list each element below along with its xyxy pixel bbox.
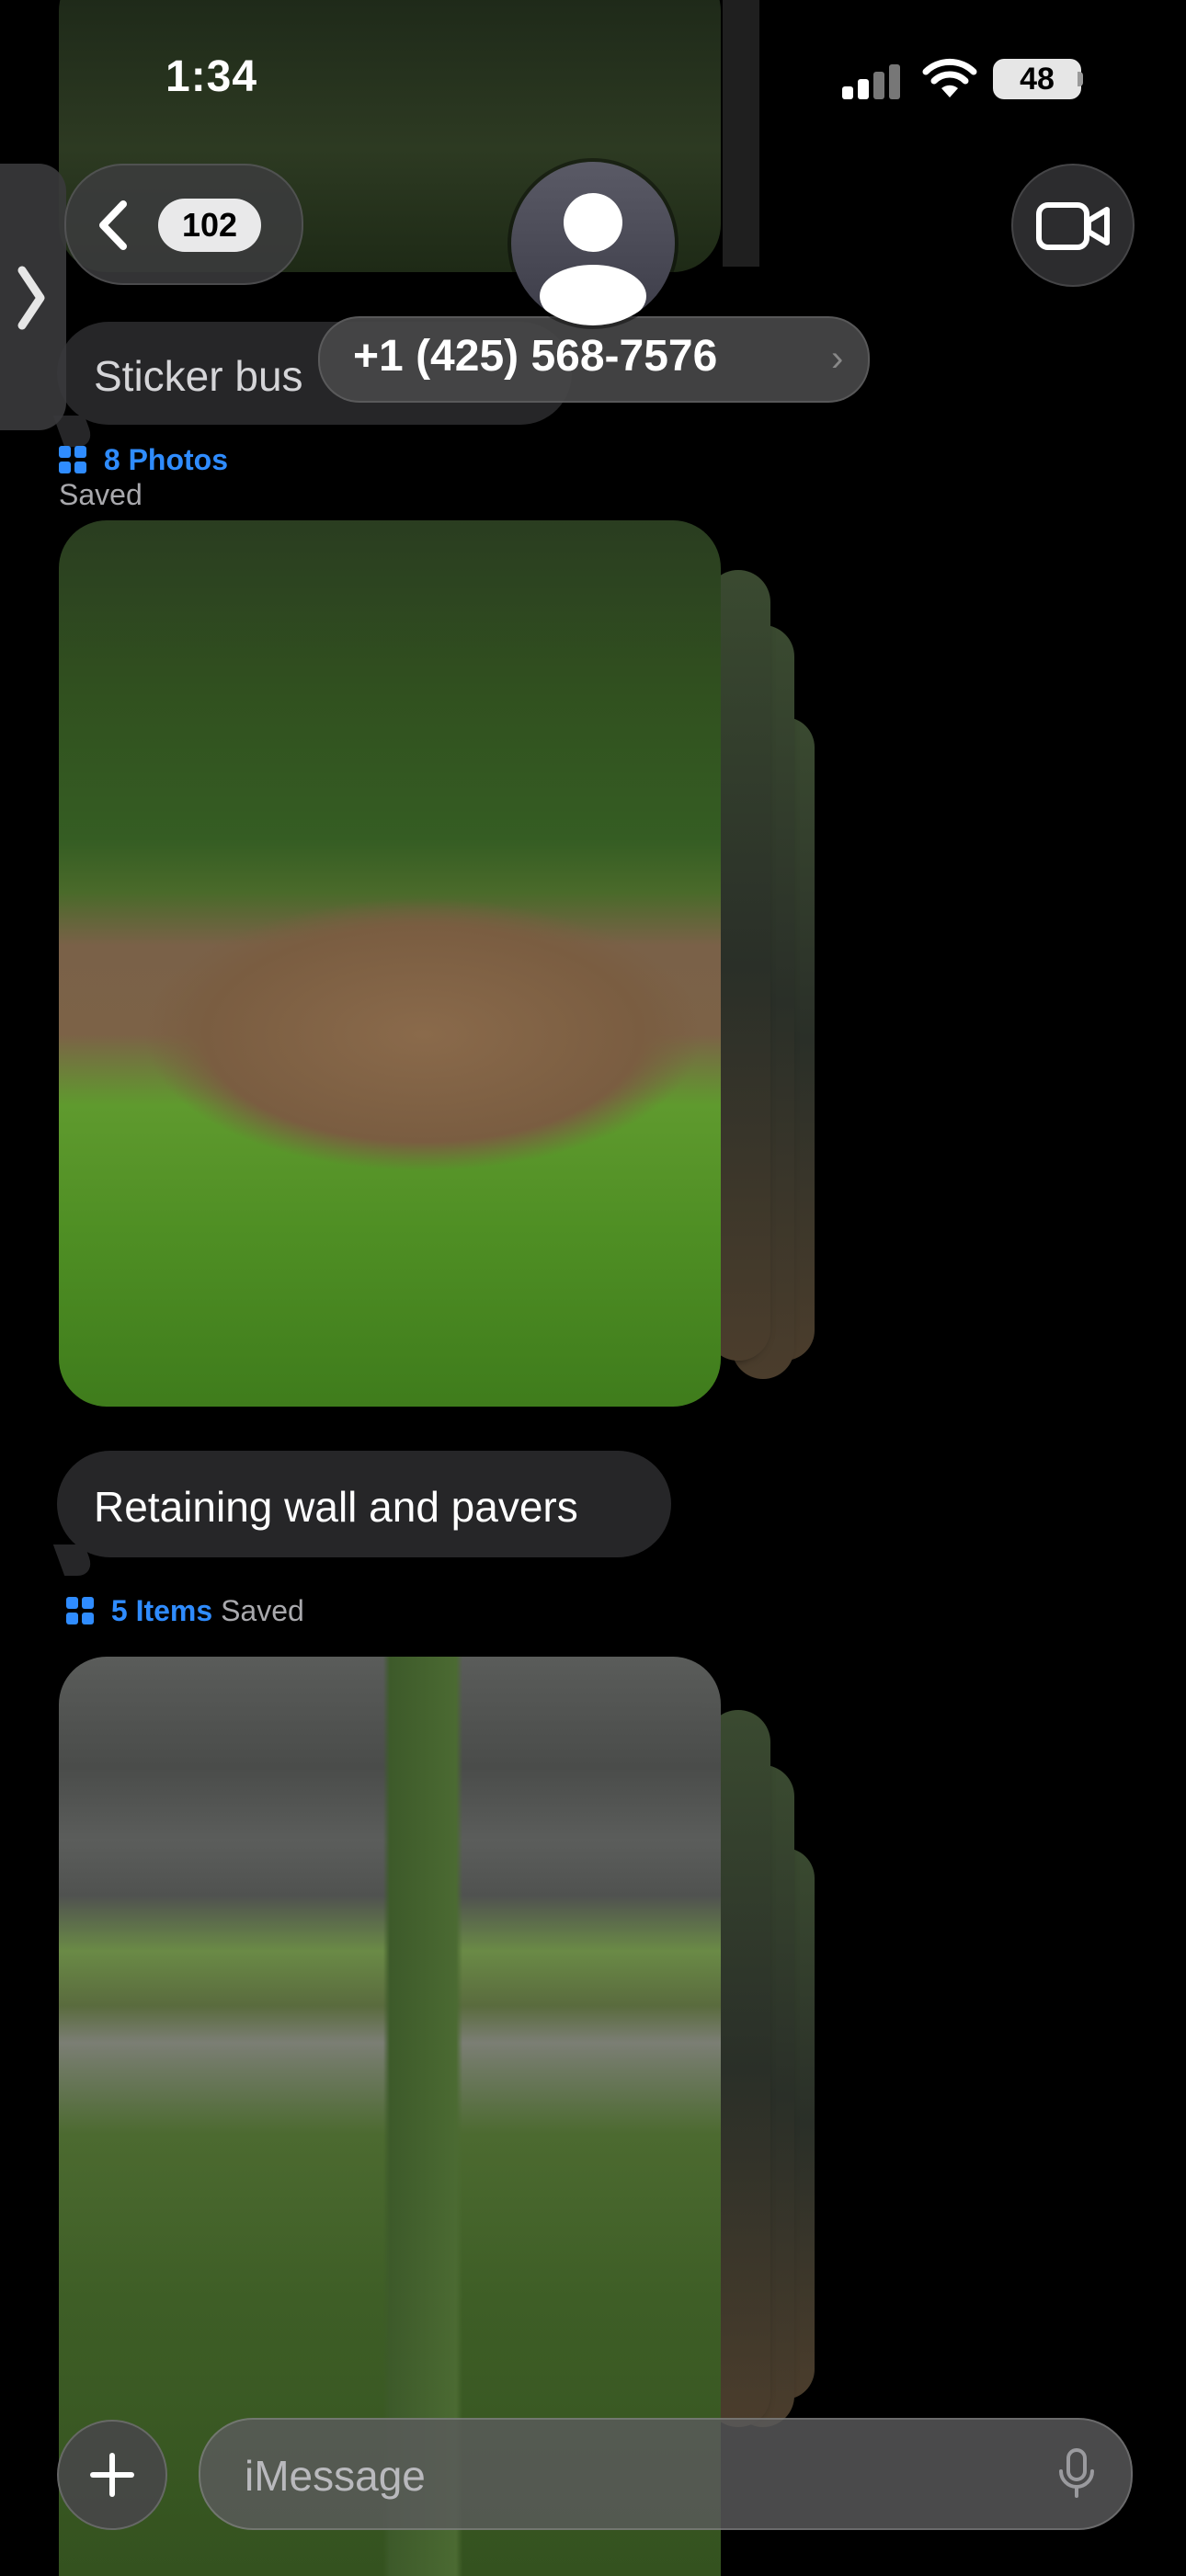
items-count-link[interactable]: 5 Items [111, 1594, 221, 1627]
side-expand-tab[interactable] [0, 164, 66, 430]
unread-count-badge: 102 [158, 199, 261, 252]
message-text: Retaining wall and pavers [94, 1483, 578, 1531]
contact-name-button[interactable]: +1 (425) 568-7576 › [318, 316, 870, 403]
saved-status-label: Saved [221, 1594, 304, 1627]
saved-items-row[interactable]: 5 Items Saved [66, 1594, 304, 1628]
photo-dirt-mound[interactable] [59, 520, 721, 1407]
battery-indicator: 48 [993, 59, 1081, 99]
chevron-right-icon: › [831, 338, 844, 379]
battery-tip [1078, 72, 1083, 86]
chevron-left-icon [99, 200, 127, 250]
photos-count-link[interactable]: 8 Photos [104, 443, 228, 476]
message-placeholder: iMessage [245, 2452, 426, 2500]
person-icon [540, 193, 646, 325]
microphone-icon[interactable] [1055, 2447, 1098, 2501]
photo-grid-icon [59, 446, 86, 473]
message-bubble[interactable]: Retaining wall and pavers [57, 1451, 671, 1557]
video-camera-icon [1036, 202, 1110, 250]
status-time: 1:34 [165, 52, 258, 101]
wifi-icon [922, 58, 977, 97]
partial-message-text: Sticker bus [94, 352, 303, 400]
photo-grid-icon [66, 1597, 94, 1624]
cellular-signal-icon [842, 63, 903, 99]
contact-avatar[interactable] [511, 162, 675, 325]
saved-status-label: Saved [59, 478, 143, 511]
previous-photo-stack-edge [723, 0, 759, 267]
contact-name: +1 (425) 568-7576 [353, 332, 718, 381]
facetime-video-button[interactable] [1011, 164, 1135, 287]
back-button[interactable]: 102 [64, 164, 303, 285]
chevron-right-icon [17, 266, 45, 330]
message-input[interactable]: iMessage [199, 2418, 1133, 2530]
saved-photos-row[interactable]: 8 Photos [59, 443, 228, 477]
apps-plus-button[interactable] [57, 2420, 167, 2530]
